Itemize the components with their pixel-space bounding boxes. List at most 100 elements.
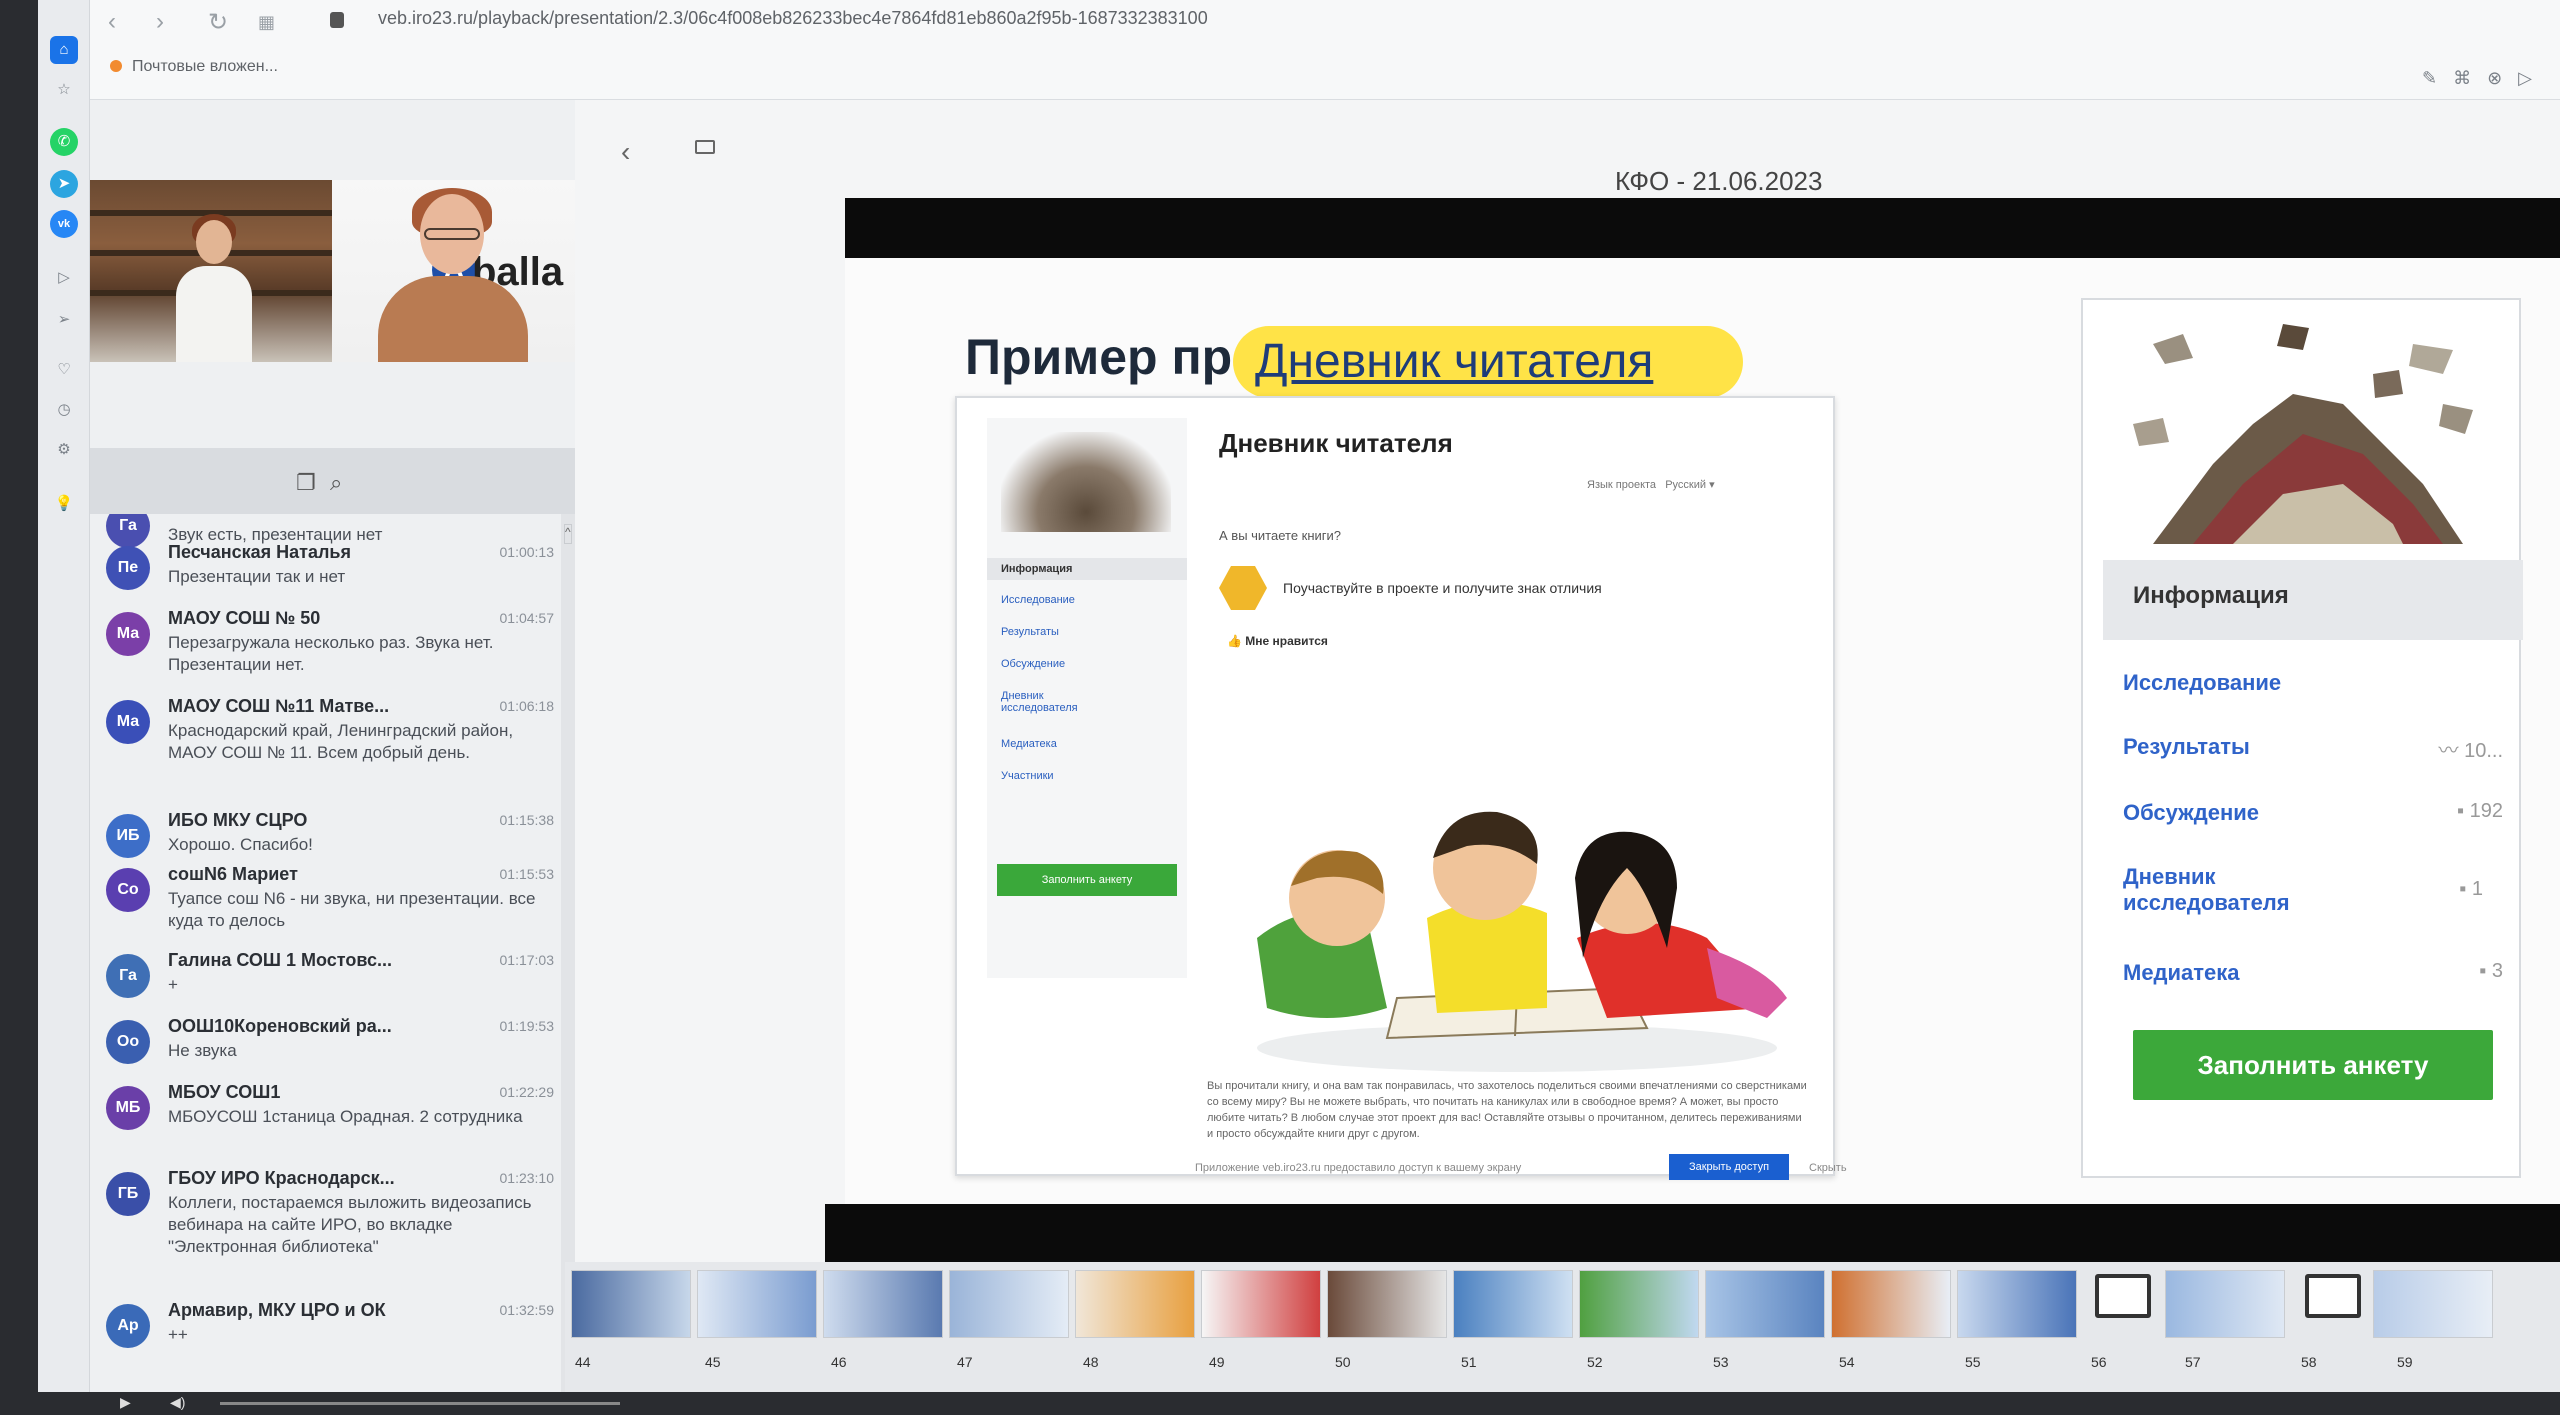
message-text: Презентации так и нет <box>168 567 346 586</box>
panel-row-count-value: 192 <box>2469 800 2503 822</box>
chat-search-icon[interactable]: ⌕ <box>330 470 342 496</box>
volume-icon[interactable]: ◀) <box>170 1394 185 1411</box>
panel-row: Результаты 〰 10... <box>2123 734 2503 762</box>
send-icon[interactable]: ➢ <box>50 306 78 334</box>
vk-icon[interactable]: vk <box>50 210 78 238</box>
bookmark-item[interactable]: Почтовые вложен... <box>110 58 278 76</box>
thumbnail-number: 52 <box>1587 1354 1603 1370</box>
screen-bezel: ▶ ◀) <box>0 1392 2560 1415</box>
lock-icon <box>330 12 344 28</box>
message-text: Не звука <box>168 1041 237 1060</box>
message-time: 01:19:53 <box>499 1018 555 1034</box>
panel-row-count-value: 1 <box>2471 878 2483 900</box>
reload-icon[interactable]: ↻ <box>208 8 228 37</box>
heart-icon[interactable]: ♡ <box>50 356 78 384</box>
thumbnail-number: 59 <box>2397 1354 2413 1370</box>
flying-books-image <box>2133 324 2473 544</box>
address-bar[interactable]: veb.iro23.ru/playback/presentation/2.3/0… <box>378 8 1208 29</box>
home-icon[interactable]: ⌂ <box>50 36 78 64</box>
message-text: Перезагружала несколько раз. Звука нет. … <box>168 633 494 674</box>
message-time: 01:00:13 <box>499 544 555 560</box>
thumbnail[interactable] <box>1831 1270 1951 1338</box>
panel-row-label: Дневник исследователя <box>2123 864 2290 915</box>
panel-row-label: Медиатека <box>2123 960 2240 985</box>
children-reading-illustration <box>1257 811 1787 1072</box>
thumbnail-number: 55 <box>1965 1354 1981 1370</box>
lightbulb-icon[interactable]: 💡 <box>50 490 78 518</box>
clock-icon[interactable]: ◷ <box>50 396 78 424</box>
sender-name: ГБОУ ИРО Краснодарск... <box>168 1168 395 1188</box>
gear-icon[interactable]: ⚙ <box>50 436 78 464</box>
telegram-icon[interactable]: ➤ <box>50 170 78 198</box>
browser-actions[interactable]: ✎⌘⊗▷ <box>2422 68 2548 89</box>
panel-row-count: ▪ 3 <box>2479 960 2503 982</box>
info-tab: Информация <box>2103 560 2523 640</box>
monitor-icon[interactable] <box>2095 1274 2151 1318</box>
thumbnail-number: 46 <box>831 1354 847 1370</box>
camera-icon[interactable] <box>695 140 715 154</box>
thumbnail-number: 47 <box>957 1354 973 1370</box>
panel-row-count-value: 3 <box>2491 960 2503 982</box>
language-label: Язык проекта <box>1587 479 1657 491</box>
thumbnail[interactable] <box>949 1270 1069 1338</box>
sender-name: МБОУ СОШ1 <box>168 1082 281 1102</box>
progress-bar[interactable] <box>220 1402 620 1405</box>
fill-form-button: Заполнить анкету <box>2133 1030 2493 1100</box>
avatar: Пе <box>106 546 150 590</box>
message-text: Краснодарский край, Ленинградский район,… <box>168 721 514 762</box>
monitor-icon[interactable] <box>2305 1274 2361 1318</box>
fill-form-button-small: Заполнить анкету <box>997 864 1177 896</box>
panel-row-label: Результаты <box>2123 734 2250 759</box>
copy-icon[interactable]: ❐ <box>296 470 316 496</box>
scroll-up-icon[interactable]: ^ <box>564 524 572 544</box>
screen-bezel <box>0 0 38 1415</box>
thumbnail[interactable] <box>1705 1270 1825 1338</box>
message-text: + <box>168 975 178 994</box>
sidebar-item: Обсуждение <box>1001 658 1066 670</box>
thumbnail[interactable] <box>2373 1270 2493 1338</box>
chat-scrollbar[interactable]: ^ <box>561 514 575 1392</box>
books-image <box>1001 432 1171 532</box>
screen: ⌂ ☆ ✆ ➤ vk ▷ ➢ ♡ ◷ ⚙ 💡 ‹ › ↻ ▦ veb.iro23… <box>0 0 2560 1415</box>
back-arrow-icon[interactable]: ‹ <box>621 136 630 168</box>
message-time: 01:15:38 <box>499 812 555 828</box>
whatsapp-icon[interactable]: ✆ <box>50 128 78 156</box>
forward-icon[interactable]: › <box>156 8 164 36</box>
thumbnail-number: 45 <box>705 1354 721 1370</box>
play-icon[interactable]: ▶ <box>120 1394 131 1411</box>
avatar: Га <box>106 954 150 998</box>
play-circle-icon[interactable]: ▷ <box>50 264 78 292</box>
webcam-video-1[interactable] <box>90 180 332 362</box>
app-sidebar: ⌂ ☆ ✆ ➤ vk ▷ ➢ ♡ ◷ ⚙ 💡 <box>38 0 90 1392</box>
thumbnail[interactable] <box>697 1270 817 1338</box>
thumbnail-number: 56 <box>2091 1354 2107 1370</box>
language-selector: Язык проекта Русский ▾ <box>1587 479 1715 491</box>
sidebar-item: Результаты <box>1001 626 1059 638</box>
star-icon[interactable]: ☆ <box>50 76 78 104</box>
project-page-screenshot: Информация Исследование Результаты Обсуж… <box>955 396 1835 1176</box>
thumbnail-number: 54 <box>1839 1354 1855 1370</box>
webcam-video-2[interactable]: A balla <box>332 180 575 362</box>
avatar: Га <box>106 514 150 548</box>
browser-chrome: ‹ › ↻ ▦ veb.iro23.ru/playback/presentati… <box>90 0 2560 100</box>
thumbnail[interactable] <box>1453 1270 1573 1338</box>
hide-link: Скрыть <box>1809 1162 1847 1174</box>
message-text: Туапсе сош N6 - ни звука, ни презентации… <box>168 889 536 930</box>
like-button: 👍 Мне нравится <box>1227 634 1328 648</box>
back-icon[interactable]: ‹ <box>108 8 116 36</box>
sidebar-item: Участники <box>1001 770 1054 782</box>
thumbnail[interactable] <box>1327 1270 1447 1338</box>
thumbnail[interactable] <box>1201 1270 1321 1338</box>
avatar: ГБ <box>106 1172 150 1216</box>
thumbnail[interactable] <box>1579 1270 1699 1338</box>
thumbnail[interactable] <box>823 1270 943 1338</box>
thumbnail-number: 58 <box>2301 1354 2317 1370</box>
thumbnail[interactable] <box>1075 1270 1195 1338</box>
grid-icon[interactable]: ▦ <box>258 12 275 33</box>
thumbnail[interactable] <box>1957 1270 2077 1338</box>
avatar: ИБ <box>106 814 150 858</box>
thumbnail[interactable] <box>2165 1270 2285 1338</box>
thumbnail[interactable] <box>571 1270 691 1338</box>
message-text: Хорошо. Спасибо! <box>168 835 313 854</box>
slide-thumbnails: 44 45 46 47 48 49 50 51 52 53 54 55 56 5… <box>565 1262 2560 1392</box>
